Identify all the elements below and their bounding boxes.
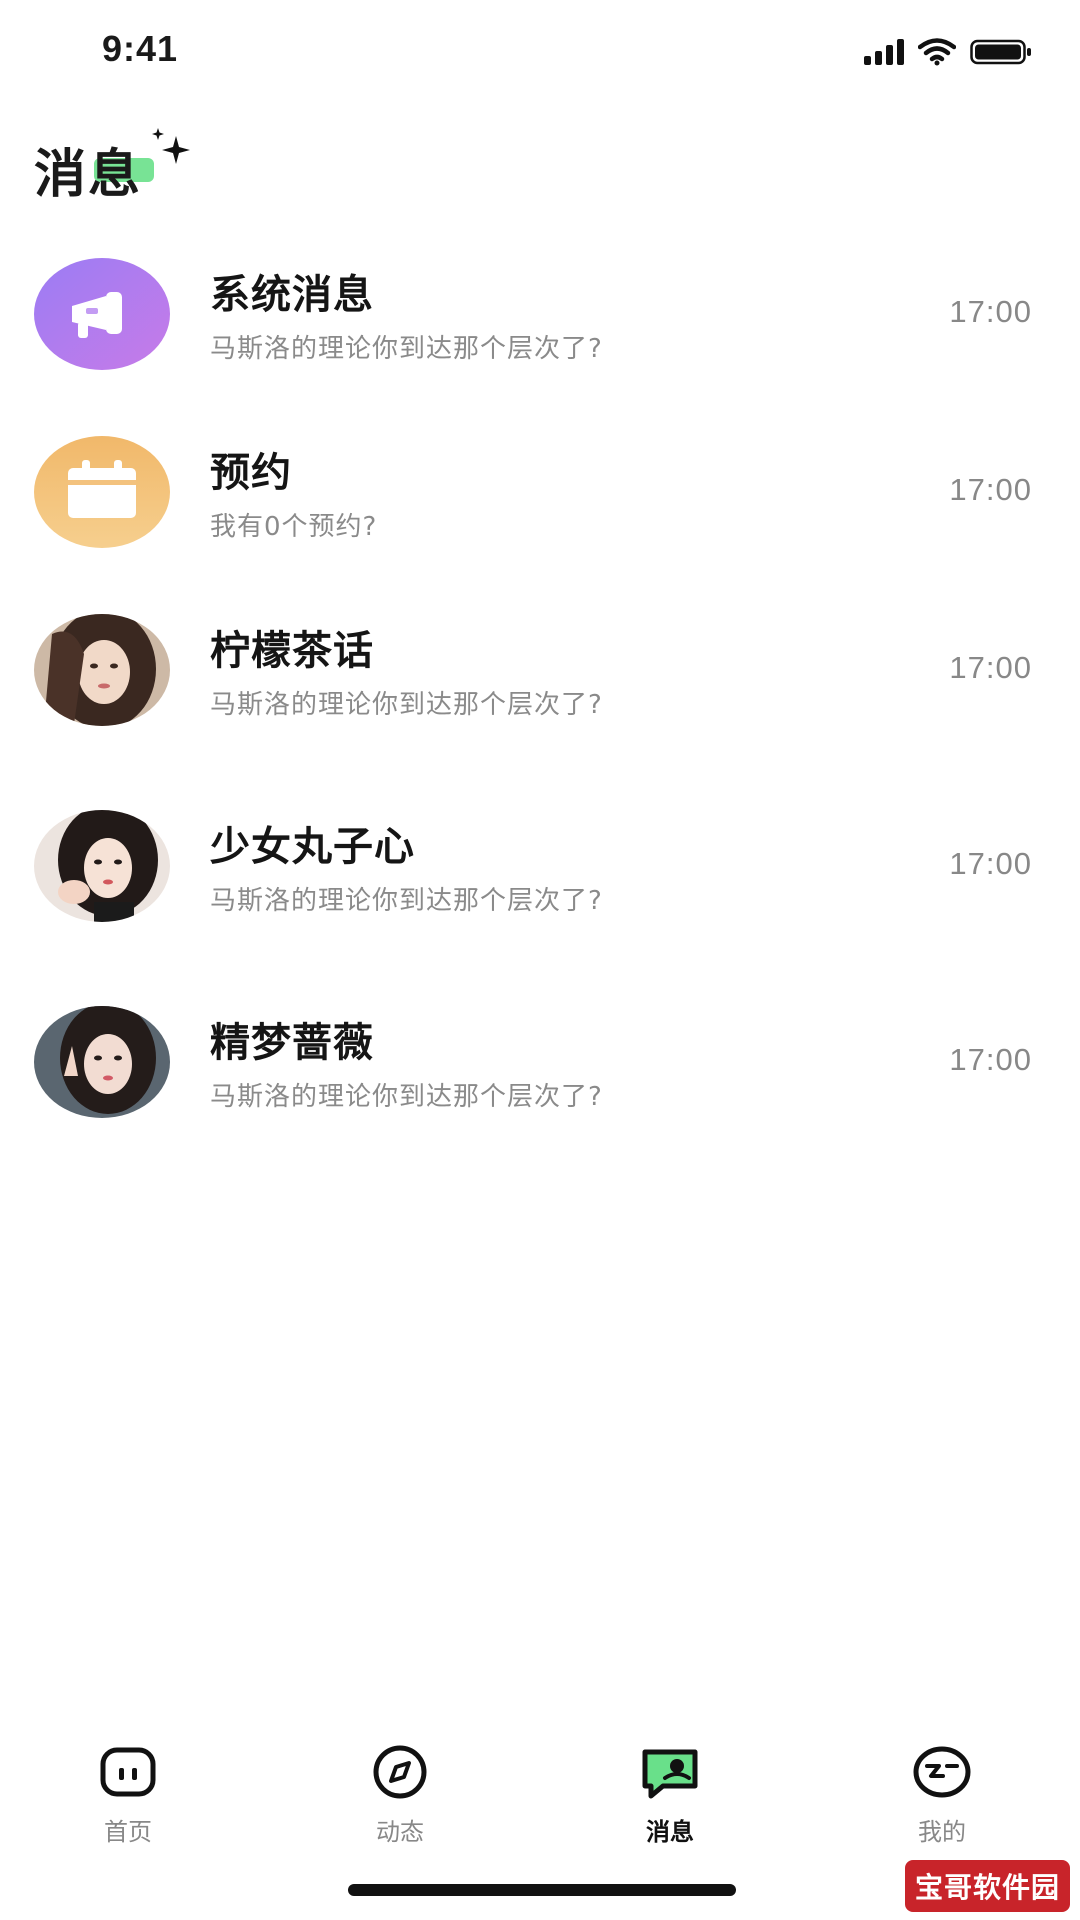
message-preview: 我有0个预约? [210,512,378,542]
tab-moments[interactable]: 动态 [320,1742,480,1847]
compass-icon [373,1745,427,1799]
status-bar: 9:41 [0,0,1080,110]
message-name: 精梦蔷薇 [210,1020,374,1066]
user-photo [34,810,170,922]
tab-home[interactable]: 首页 [48,1742,208,1847]
message-time: 17:00 [949,472,1032,507]
sparkle-icon [152,128,190,164]
wifi-icon [918,38,956,66]
message-preview: 马斯洛的理论你到达那个层次了? [210,334,603,364]
message-preview: 马斯洛的理论你到达那个层次了? [210,886,603,916]
home-icon [100,1747,156,1797]
message-time: 17:00 [949,846,1032,881]
tab-label: 动态 [376,1818,424,1846]
avatar [34,614,170,726]
message-name: 系统消息 [210,272,374,318]
message-name: 柠檬茶话 [210,628,374,674]
avatar [34,436,170,548]
message-time: 17:00 [949,294,1032,329]
message-icon [642,1749,698,1799]
user-photo [34,614,170,726]
battery-icon [970,39,1031,65]
status-time: 9:41 [102,28,179,69]
avatar [34,1006,170,1118]
page-title: 消息 [34,145,143,205]
watermark: 宝哥软件园 [904,1860,1070,1912]
megaphone-icon [34,258,170,370]
message-time: 17:00 [949,650,1032,685]
tab-label: 消息 [646,1818,694,1846]
list-item-booking[interactable]: 预约 我有0个预约? 17:00 [0,408,1080,558]
cellular-signal-icon [864,39,904,65]
message-preview: 马斯洛的理论你到达那个层次了? [210,1082,603,1112]
list-item-chat[interactable]: 精梦蔷薇 马斯洛的理论你到达那个层次了? 17:00 [0,978,1080,1128]
tab-label: 首页 [104,1818,152,1846]
avatar [34,810,170,922]
message-name: 预约 [210,450,292,496]
list-item-chat[interactable]: 柠檬茶话 马斯洛的理论你到达那个层次了? 17:00 [0,586,1080,736]
message-name: 少女丸子心 [210,824,415,870]
list-item-system-messages[interactable]: 系统消息 马斯洛的理论你到达那个层次了? 17:00 [0,230,1080,380]
tab-messages[interactable]: 消息 [590,1742,750,1847]
profile-icon [913,1746,971,1798]
avatar [34,258,170,370]
user-photo [34,1006,170,1118]
message-time: 17:00 [949,1042,1032,1077]
tab-profile[interactable]: 我的 [862,1742,1022,1847]
tab-label: 我的 [918,1818,966,1846]
list-item-chat[interactable]: 少女丸子心 马斯洛的理论你到达那个层次了? 17:00 [0,782,1080,932]
status-icons [864,38,1032,66]
calendar-icon [34,436,170,548]
bottom-tab-bar: 首页 动态 消息 我的 [0,1720,1080,1860]
message-preview: 马斯洛的理论你到达那个层次了? [210,690,603,720]
home-indicator[interactable] [348,1884,736,1896]
